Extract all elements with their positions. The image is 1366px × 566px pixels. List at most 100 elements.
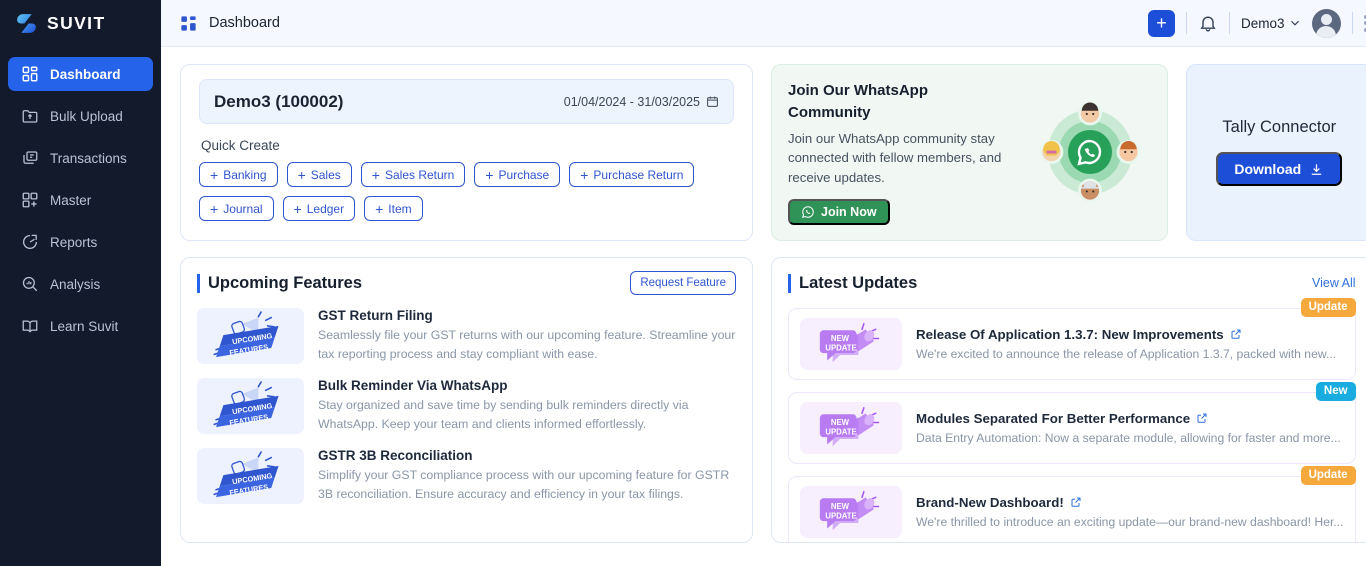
suvit-s-logo-icon [17, 14, 36, 33]
svg-text:NEW: NEW [831, 334, 850, 343]
chevron-down-icon [1290, 20, 1299, 26]
plus-icon: + [293, 200, 302, 217]
view-all-link[interactable]: View All [1312, 276, 1356, 290]
quick-create-ledger[interactable]: + Ledger [282, 196, 356, 221]
list-item[interactable]: UPCOMING FEATURES GST Return Filing Seam… [197, 307, 736, 364]
user-name: Demo3 [1241, 15, 1285, 31]
sidebar-item-master[interactable]: Master [8, 183, 153, 217]
upcoming-features-list: UPCOMING FEATURES GST Return Filing Seam… [197, 307, 736, 505]
list-item[interactable]: Update NEW UPDATE Release Of Application… [788, 297, 1356, 380]
grid-icon [22, 66, 38, 82]
upcoming-features-megaphone-icon: UPCOMING FEATURES [197, 307, 304, 364]
sidebar-item-dashboard[interactable]: Dashboard [8, 57, 153, 91]
update-title-text: Modules Separated For Better Performance [916, 410, 1191, 426]
feature-title: GST Return Filing [318, 307, 433, 323]
topbar: Dashboard + Demo3 [161, 0, 1366, 47]
date-range-picker[interactable]: 01/04/2024 - 31/03/2025 [564, 95, 719, 109]
sidebar-item-label: Master [50, 192, 92, 208]
external-link-icon[interactable] [1230, 328, 1242, 340]
update-description: Data Entry Automation: Now a separate mo… [916, 430, 1341, 445]
sidebar-item-reports[interactable]: Reports [8, 225, 153, 259]
sidebar-item-label: Bulk Upload [50, 108, 123, 124]
request-feature-button[interactable]: Request Feature [630, 271, 736, 296]
whatsapp-community-card: Join Our WhatsApp Community Join our Wha… [771, 64, 1168, 241]
page-title: Dashboard [209, 15, 280, 31]
update-title: Brand-New Dashboard! [916, 495, 1344, 510]
bottom-row: Upcoming Features Request Feature UPCOMI… [180, 256, 1366, 543]
chip-label: Journal [223, 201, 263, 216]
grid-plus-icon [22, 192, 38, 208]
chip-label: Ledger [306, 201, 345, 216]
brand-name: SUVIT [47, 13, 106, 33]
quick-create-banking[interactable]: + Banking [199, 162, 278, 187]
download-button[interactable]: Download [1216, 152, 1343, 187]
chip-label: Item [388, 201, 412, 216]
sidebar-item-bulk-upload[interactable]: Bulk Upload [8, 99, 153, 133]
sidebar-item-analysis[interactable]: Analysis [8, 267, 153, 301]
sidebar-item-learn-suvit[interactable]: Learn Suvit [8, 309, 153, 343]
user-menu[interactable]: Demo3 [1241, 16, 1301, 31]
quick-create-sales-return[interactable]: + Sales Return [360, 162, 466, 187]
whatsapp-title: Join Our WhatsApp Community [788, 82, 928, 121]
latest-updates-list: Update NEW UPDATE Release Of Application… [788, 297, 1356, 542]
topbar-actions: + Demo3 [1148, 8, 1366, 38]
sidebar-item-label: Analysis [50, 276, 101, 292]
bell-icon[interactable] [1198, 13, 1218, 33]
latest-updates-panel: Latest Updates View All Update NEW UPDAT… [771, 256, 1366, 543]
update-body: Release Of Application 1.3.7: New Improv… [916, 327, 1344, 361]
upcoming-features-header: Upcoming Features Request Feature [197, 271, 736, 296]
external-link-icon[interactable] [1196, 412, 1208, 424]
sidebar-nav: Dashboard Bulk Upload Transactions Maste… [0, 53, 161, 347]
company-selector[interactable]: Demo3 (100002) 01/04/2024 - 31/03/2025 [199, 79, 734, 124]
list-item[interactable]: New NEW UPDATE Modules Separated For Bet… [788, 381, 1356, 464]
feature-title: GSTR 3B Reconciliation [318, 448, 473, 464]
update-title-text: Brand-New Dashboard! [916, 494, 1064, 510]
join-now-button[interactable]: Join Now [788, 198, 890, 225]
sidebar-item-label: Learn Suvit [50, 318, 119, 334]
feature-body: GST Return Filing Seamlessly file your G… [318, 308, 736, 364]
plus-icon: + [210, 166, 219, 183]
status-badge: Update [1300, 465, 1356, 486]
sidebar-item-transactions[interactable]: Transactions [8, 141, 153, 175]
external-link-icon[interactable] [1070, 496, 1082, 508]
update-body: Brand-New Dashboard! We're thrilled to i… [916, 495, 1344, 529]
quick-create-sales[interactable]: + Sales [286, 162, 352, 187]
quick-create-purchase[interactable]: + Purchase [474, 162, 561, 187]
avatar[interactable] [1311, 8, 1341, 38]
folder-upload-icon [22, 110, 38, 123]
chip-label: Purchase [498, 167, 550, 182]
update-description: We're excited to announce the release of… [916, 346, 1337, 361]
update-body: Modules Separated For Better Performance… [916, 411, 1344, 445]
upcoming-features-title: Upcoming Features [197, 273, 362, 293]
sidebar-item-label: Transactions [50, 150, 127, 166]
feature-description: Seamlessly file your GST returns with ou… [318, 327, 736, 361]
quick-create-buttons: + Banking + Sales + Sales Return + Purchase … [199, 162, 734, 221]
svg-text:NEW: NEW [831, 418, 850, 427]
list-item[interactable]: UPCOMING FEATURES GSTR 3B Reconciliation… [197, 448, 736, 505]
update-title-text: Release Of Application 1.3.7: New Improv… [916, 326, 1224, 342]
upcoming-features-megaphone-icon: UPCOMING FEATURES [197, 377, 304, 434]
chip-label: Banking [223, 167, 267, 182]
svg-text:UPDATE: UPDATE [825, 343, 856, 352]
grid-icon [181, 15, 196, 31]
svg-text:NEW: NEW [831, 502, 850, 511]
add-button[interactable]: + [1148, 9, 1176, 37]
quick-create-item[interactable]: + Item [364, 196, 423, 221]
quick-create-purchase-return[interactable]: + Purchase Return [569, 162, 695, 187]
feature-description: Stay organized and save time by sending … [318, 397, 689, 432]
list-item[interactable]: UPCOMING FEATURES Bulk Reminder Via What… [197, 377, 736, 434]
feature-description: Simplify your GST compliance process wit… [318, 468, 730, 502]
app-root: SUVIT Dashboard Bulk Upload Transactions… [0, 0, 1366, 566]
divider [1351, 12, 1353, 34]
calendar-icon [707, 96, 718, 107]
book-icon [22, 320, 38, 333]
brand-logo[interactable]: SUVIT [0, 0, 161, 47]
feature-body: Bulk Reminder Via WhatsApp Stay organize… [318, 378, 736, 434]
svg-text:UPDATE: UPDATE [825, 511, 856, 520]
chip-label: Sales Return [384, 167, 455, 182]
list-item[interactable]: Update New [788, 465, 1356, 542]
dashboard-content: Demo3 (100002) 01/04/2024 - 31/03/2025 Q… [161, 47, 1366, 566]
latest-updates-header: Latest Updates View All [788, 271, 1356, 296]
quick-create-journal[interactable]: + Journal [199, 196, 274, 221]
plus-icon: + [371, 166, 380, 183]
